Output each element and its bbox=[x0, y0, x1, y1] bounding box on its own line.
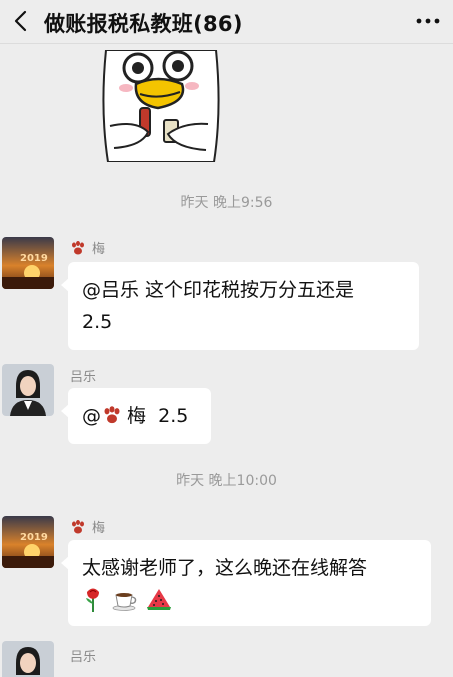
chat-area[interactable]: 昨天 晚上9:56 2019 梅 @吕乐 这个印花税按万分五还是 2.5 吕乐 … bbox=[0, 44, 453, 677]
duck-sticker[interactable] bbox=[96, 50, 226, 162]
sender-name: 吕乐 bbox=[70, 370, 97, 385]
message-bubble[interactable]: @ 梅 2.5 bbox=[61, 388, 211, 444]
emoji-row bbox=[82, 584, 417, 614]
woman-portrait-avatar[interactable] bbox=[2, 641, 54, 677]
sender-name: 梅 bbox=[70, 517, 105, 536]
sender-name: 梅 bbox=[70, 238, 105, 257]
paw-icon bbox=[104, 406, 120, 424]
rose-emoji bbox=[86, 588, 99, 612]
sender-name-text: 梅 bbox=[92, 242, 106, 257]
message-text: 太感谢老师了，这么晚还在线解答 bbox=[82, 557, 368, 579]
sender-name: 吕乐 bbox=[70, 650, 97, 665]
sunset-2019-avatar[interactable]: 2019 bbox=[2, 516, 54, 568]
paw-icon bbox=[72, 241, 84, 255]
timestamp: 昨天 晚上9:56 bbox=[180, 195, 273, 211]
chat-title: 做账报税私教班(86) bbox=[44, 12, 243, 36]
more-dots-icon[interactable] bbox=[415, 11, 441, 31]
sunset-2019-avatar[interactable]: 2019 bbox=[2, 237, 54, 289]
sender-name-text: 梅 bbox=[92, 521, 106, 536]
chat-header: 做账报税私教班(86) bbox=[0, 0, 453, 44]
mention-name: 梅 bbox=[127, 405, 147, 427]
message-text: 2.5 bbox=[158, 405, 189, 427]
woman-portrait-avatar[interactable] bbox=[2, 364, 54, 416]
chevron-left-icon[interactable] bbox=[10, 9, 34, 33]
message-bubble[interactable]: @吕乐 这个印花税按万分五还是 2.5 bbox=[61, 262, 419, 350]
paw-icon bbox=[72, 520, 84, 534]
message-text: @吕乐 这个印花税按万分五还是 bbox=[82, 279, 355, 301]
coffee-emoji bbox=[112, 593, 137, 611]
svg-text:2019: 2019 bbox=[20, 253, 48, 264]
message-bubble[interactable]: 太感谢老师了，这么晚还在线解答 bbox=[61, 540, 431, 626]
message-text: 2.5 bbox=[82, 311, 113, 333]
watermelon-emoji bbox=[147, 589, 171, 610]
mention-at: @ bbox=[82, 405, 101, 427]
svg-text:2019: 2019 bbox=[20, 532, 48, 543]
timestamp: 昨天 晚上10:00 bbox=[176, 473, 277, 489]
